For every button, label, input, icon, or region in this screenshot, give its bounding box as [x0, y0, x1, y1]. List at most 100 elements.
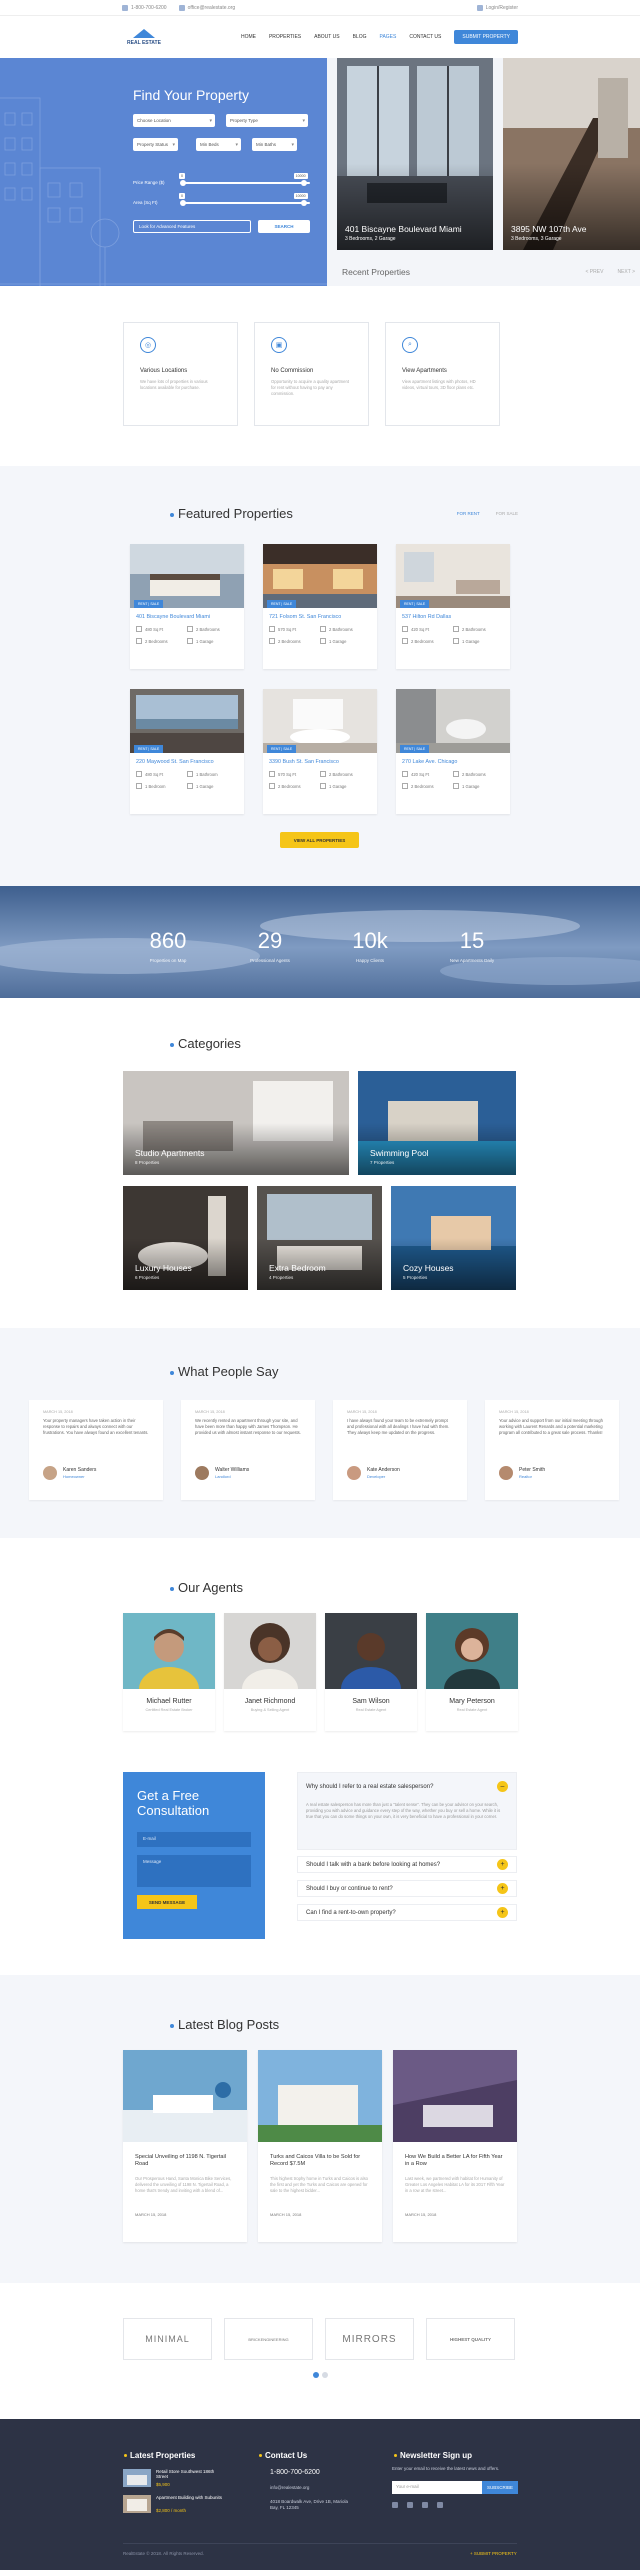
- category-tile[interactable]: Extra Bedroom 4 Properties: [257, 1186, 382, 1290]
- category-tile[interactable]: Studio Apartments 8 Properties: [123, 1071, 349, 1175]
- email-field[interactable]: E-mail: [137, 1832, 251, 1847]
- footer-email[interactable]: info@realestate.org: [270, 2485, 309, 2490]
- avatar: [43, 1466, 57, 1480]
- section-title: Featured Properties: [170, 506, 293, 521]
- agent-card[interactable]: Michael Rutter Certified Real Estate Bro…: [123, 1613, 215, 1731]
- loft-interior-photo: [503, 58, 640, 250]
- consultation-title: Get a Free Consultation: [137, 1788, 210, 1818]
- blog-card[interactable]: Turks and Caicos Villa to be Sold for Re…: [258, 2050, 382, 2242]
- message-field[interactable]: Message: [137, 1855, 251, 1887]
- category-tile[interactable]: Cozy Houses 5 Properties: [391, 1186, 516, 1290]
- min-beds-select[interactable]: Min Beds: [196, 138, 241, 151]
- nav-blog[interactable]: BLOG: [353, 34, 367, 40]
- section-title: Latest Blog Posts: [169, 2017, 280, 2032]
- agent-photo: [426, 1613, 518, 1689]
- footer-phone[interactable]: 1-800-700-6200: [270, 2469, 320, 2476]
- twitter-icon[interactable]: [407, 2502, 413, 2508]
- nav-home[interactable]: HOME: [241, 34, 256, 40]
- expand-icon[interactable]: +: [497, 1883, 508, 1894]
- property-card[interactable]: RENT | SALE 220 Maywood St. San Francisc…: [130, 689, 244, 814]
- property-type-select[interactable]: Property Type: [226, 114, 308, 127]
- top-bar: 1-800-700-6200 office@realestate.org Log…: [0, 0, 640, 16]
- area-min-handle[interactable]: [180, 200, 186, 206]
- tab-for-sale[interactable]: FOR SALE: [496, 511, 518, 516]
- carousel-dot-active[interactable]: [313, 2372, 319, 2378]
- category-tile[interactable]: Swimming Pool 7 Properties: [358, 1071, 516, 1175]
- featured-section: Featured Properties FOR RENT FOR SALE RE…: [0, 466, 640, 886]
- blog-card[interactable]: Special Unveiling of 1198 N. Tigertail R…: [123, 2050, 247, 2242]
- agent-card[interactable]: Sam Wilson Real Estate Agent: [325, 1613, 417, 1731]
- map-pin-icon: ◎: [140, 337, 156, 353]
- nav-contact[interactable]: CONTACT US: [409, 34, 441, 40]
- instagram-icon[interactable]: [437, 2502, 443, 2508]
- blog-image: [393, 2050, 517, 2142]
- percent-icon: ▣: [271, 337, 287, 353]
- advanced-features-toggle[interactable]: Look for Advanced Features: [133, 220, 251, 233]
- area-range-slider[interactable]: 0 10000: [179, 193, 310, 206]
- blog-image: [123, 2050, 247, 2142]
- footer-submit-link[interactable]: + SUBMIT PROPERTY: [470, 2551, 517, 2556]
- consultation-form: Get a Free Consultation E-mail Message S…: [123, 1772, 265, 1939]
- price-max-handle[interactable]: [300, 180, 307, 186]
- expand-icon[interactable]: +: [497, 1907, 508, 1918]
- faq-item[interactable]: Can I find a rent-to-own property? +: [297, 1904, 517, 1921]
- partner-logo[interactable]: MINIMAL: [123, 2318, 212, 2360]
- topbar-email[interactable]: office@realestate.org: [178, 4, 235, 11]
- stat-agents: 29 Professional Agents: [250, 928, 290, 963]
- stat-apartments: 15 New Apartments Daily: [449, 928, 495, 963]
- logo-house-icon: [133, 28, 155, 38]
- partner-logo[interactable]: BRICKENGINEERING: [224, 2318, 313, 2360]
- min-baths-select[interactable]: Min Baths: [252, 138, 297, 151]
- footer-property-image[interactable]: [123, 2469, 151, 2487]
- submit-property-button[interactable]: SUBMIT PROPERTY: [454, 30, 518, 44]
- area-max-handle[interactable]: [300, 200, 307, 206]
- faq-item-open[interactable]: Why should I refer to a real estate sale…: [297, 1772, 517, 1850]
- expand-icon[interactable]: +: [497, 1859, 508, 1870]
- send-message-button[interactable]: SEND MESSAGE: [137, 1895, 197, 1909]
- partner-logo[interactable]: HIGHEST QUALITY: [426, 2318, 515, 2360]
- carousel-dot[interactable]: [322, 2372, 328, 2378]
- location-select[interactable]: Choose Location: [133, 114, 215, 127]
- property-card[interactable]: RENT | SALE 270 Lake Ave. Chicago 420 Sq…: [396, 689, 510, 814]
- property-card[interactable]: RENT | SALE 3390 Bush St. San Francisco …: [263, 689, 377, 814]
- newsletter-email-input[interactable]: Your e-mail: [392, 2481, 482, 2494]
- recent-properties-bar: Recent Properties < PREV NEXT >: [337, 258, 640, 286]
- price-range-slider[interactable]: 0 10000: [179, 173, 310, 186]
- facebook-icon[interactable]: [392, 2502, 398, 2508]
- collapse-icon[interactable]: –: [497, 1781, 508, 1792]
- next-button[interactable]: NEXT >: [617, 269, 635, 275]
- topbar-phone[interactable]: 1-800-700-6200: [122, 4, 167, 11]
- blog-image: [258, 2050, 382, 2142]
- nav-properties[interactable]: PROPERTIES: [269, 34, 301, 40]
- tab-for-rent[interactable]: FOR RENT: [457, 511, 480, 516]
- slide-photo-1[interactable]: 401 Biscayne Boulevard Miami 3 Bedrooms,…: [337, 58, 493, 250]
- agent-card[interactable]: Janet Richmond Buying & Selling Agent: [224, 1613, 316, 1731]
- view-all-properties-button[interactable]: VIEW ALL PROPERTIES: [280, 832, 359, 848]
- property-card[interactable]: RENT | SALE 537 Hilton Rd Dallas 420 Sq …: [396, 544, 510, 669]
- footer-property-image[interactable]: [123, 2495, 151, 2513]
- partner-logo[interactable]: MIRRORS: [325, 2318, 414, 2360]
- footer-latest-title: Latest Properties: [123, 2451, 196, 2460]
- agent-card[interactable]: Mary Peterson Real Estate Agent: [426, 1613, 518, 1731]
- price-min-handle[interactable]: [180, 180, 186, 186]
- property-card[interactable]: RENT | SALE 721 Folsom St. San Francisco…: [263, 544, 377, 669]
- category-tile[interactable]: Luxury Houses 6 Properties: [123, 1186, 248, 1290]
- property-card[interactable]: RENT | SALE 401 Biscayne Boulevard Miami…: [130, 544, 244, 669]
- property-image: RENT | SALE: [396, 544, 510, 608]
- logo[interactable]: REAL ESTATE: [122, 28, 166, 46]
- prev-button[interactable]: < PREV: [586, 269, 604, 275]
- login-link[interactable]: Login/Register: [476, 4, 518, 11]
- faq-item[interactable]: Should I talk with a bank before looking…: [297, 1856, 517, 1873]
- nav-about[interactable]: ABOUT US: [314, 34, 339, 40]
- linkedin-icon[interactable]: [422, 2502, 428, 2508]
- property-image: RENT | SALE: [396, 689, 510, 753]
- blog-card[interactable]: How We Build a Better LA for Fifth Year …: [393, 2050, 517, 2242]
- testimonial-card: MARCH 15, 2018 I have always found your …: [333, 1400, 467, 1500]
- slide-photo-2[interactable]: 3895 NW 107th Ave 3 Bedrooms, 3 Garage: [503, 58, 640, 250]
- property-status-select[interactable]: Property Status: [133, 138, 178, 151]
- subscribe-button[interactable]: SUBSCRIBE: [482, 2481, 518, 2494]
- faq-item[interactable]: Should I buy or continue to rent? +: [297, 1880, 517, 1897]
- property-image: RENT | SALE: [130, 544, 244, 608]
- nav-pages[interactable]: PAGES: [379, 34, 396, 40]
- search-button[interactable]: SEARCH: [258, 220, 310, 233]
